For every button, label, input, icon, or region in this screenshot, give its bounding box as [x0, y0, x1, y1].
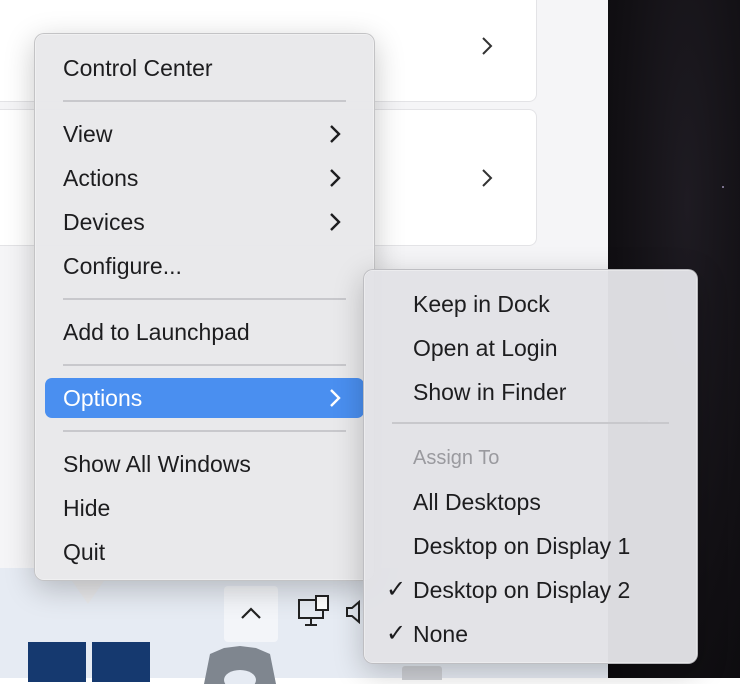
menu-separator — [392, 422, 669, 424]
chevron-right-icon — [482, 168, 493, 187]
submenu-item-keep-in-dock[interactable]: Keep in Dock — [374, 284, 687, 324]
menu-item-configure[interactable]: Configure... — [45, 246, 364, 286]
menu-item-view[interactable]: View — [45, 114, 364, 154]
gear-icon[interactable] — [194, 644, 286, 684]
menu-item-actions[interactable]: Actions — [45, 158, 364, 198]
menu-item-options[interactable]: Options — [45, 378, 364, 418]
menu-item-quit[interactable]: Quit — [45, 532, 364, 572]
chevron-right-icon — [330, 389, 341, 407]
chevron-right-icon — [482, 37, 493, 55]
options-submenu: Keep in Dock Open at Login Show in Finde… — [363, 269, 698, 664]
submenu-item-desktop-display-2[interactable]: ✓ Desktop on Display 2 — [374, 570, 687, 610]
star — [722, 186, 724, 188]
menu-item-add-to-launchpad[interactable]: Add to Launchpad — [45, 312, 364, 352]
submenu-item-show-in-finder[interactable]: Show in Finder — [374, 372, 687, 412]
menu-item-label: Desktop on Display 2 — [413, 577, 631, 603]
menu-item-label: Options — [63, 385, 143, 411]
dock-context-menu: Control Center View Actions Devices Conf… — [34, 33, 375, 581]
submenu-item-open-at-login[interactable]: Open at Login — [374, 328, 687, 368]
speaker-icon[interactable] — [345, 600, 365, 624]
chevron-right-icon — [330, 213, 341, 231]
checkmark-icon: ✓ — [385, 620, 407, 647]
menu-item-show-all-windows[interactable]: Show All Windows — [45, 444, 364, 484]
show-hidden-icons-button[interactable] — [224, 586, 278, 642]
menu-item-label: Actions — [63, 165, 139, 191]
menu-separator — [63, 298, 346, 300]
menu-item-hide[interactable]: Hide — [45, 488, 364, 528]
menu-item-label: Devices — [63, 209, 145, 235]
taskbar-app-tile[interactable] — [28, 642, 86, 682]
menu-separator — [63, 430, 346, 432]
assign-to-header: Assign To — [413, 447, 500, 469]
menu-item-label: None — [413, 621, 468, 647]
monitor-icon[interactable] — [296, 594, 332, 630]
menu-item-control-center[interactable]: Control Center — [45, 48, 364, 88]
menu-item-label: View — [63, 121, 113, 147]
checkmark-icon: ✓ — [385, 576, 407, 603]
menu-separator — [63, 364, 346, 366]
submenu-item-all-desktops[interactable]: All Desktops — [374, 482, 687, 522]
menu-item-devices[interactable]: Devices — [45, 202, 364, 242]
chevron-up-icon — [241, 607, 261, 619]
menu-pointer — [70, 578, 106, 604]
submenu-item-none[interactable]: ✓ None — [374, 614, 687, 654]
submenu-item-desktop-display-1[interactable]: Desktop on Display 1 — [374, 526, 687, 566]
chevron-right-icon — [330, 169, 341, 187]
chevron-right-icon — [330, 125, 341, 143]
menu-separator — [63, 100, 346, 102]
taskbar-app-tile[interactable] — [92, 642, 150, 682]
